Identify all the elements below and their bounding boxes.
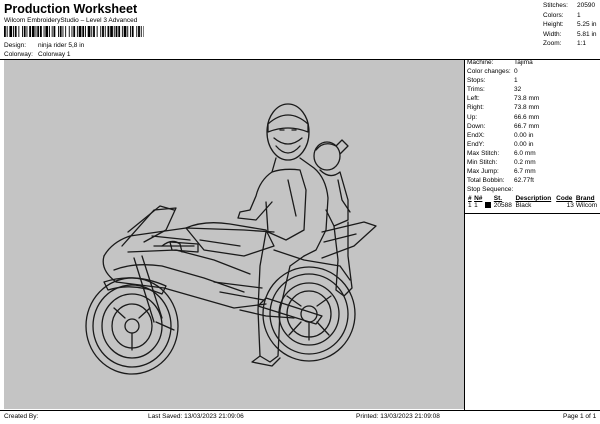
barcode-bar (4, 26, 6, 37)
colorway-value: Colorway 1 (38, 51, 71, 58)
barcode-bar (14, 26, 17, 37)
barcode-bar (85, 26, 86, 37)
barcode-bar (45, 26, 49, 37)
thread-color-swatch (485, 202, 492, 208)
barcode-bar (62, 26, 64, 37)
barcode-bar (87, 26, 91, 37)
stop-sequence-table: # N# St. Description Code Brand 1 1 20588 Black 1… (467, 195, 600, 209)
barcode-bar (115, 26, 118, 37)
stop-column-header: Code (556, 195, 573, 202)
barcode-bar (35, 26, 37, 37)
barcode-bar (96, 26, 98, 37)
stop-column-header: Brand (575, 195, 595, 202)
stop-column-header: St. (493, 195, 503, 202)
barcode-bar (138, 26, 140, 37)
printed-date: Printed: 13/03/2023 21:09:08 (356, 413, 440, 420)
barcode-bar (136, 26, 138, 37)
design-barcode (4, 26, 144, 37)
design-label: Design: (4, 42, 27, 49)
barcode-bar (107, 26, 110, 37)
stop-cell-needle: 1 (474, 202, 478, 209)
design-preview (4, 60, 464, 409)
stop-row: 1 1 20588 Black 13 Wilcom (467, 202, 600, 209)
last-saved: Last Saved: 13/03/2023 21:09:06 (148, 413, 244, 420)
barcode-bar (102, 26, 104, 37)
stop-column-header: N# (474, 195, 483, 202)
barcode-bar (78, 26, 82, 37)
stop-table-divider (465, 213, 600, 214)
barcode-bar (31, 26, 35, 37)
worksheet-title: Production Worksheet (4, 2, 138, 16)
embroidery-design-drawing (85, 103, 377, 375)
barcode-bar (18, 26, 20, 37)
barcode-bar (22, 26, 23, 37)
software-name: Wilcom EmbroideryStudio – Level 3 Advanc… (4, 17, 138, 24)
barcode-bar (127, 26, 129, 37)
barcode-bar (58, 26, 59, 37)
stop-table-header: # N# St. Description Code Brand (467, 195, 600, 202)
barcode-bar (65, 26, 67, 37)
rear-wheel (262, 266, 356, 362)
barcode-bar (29, 26, 31, 37)
barcode-bar (104, 26, 106, 37)
stop-cell-code: 13 (566, 202, 574, 209)
barcode-bar (91, 26, 93, 37)
barcode-bar (9, 26, 13, 37)
barcode-bar (43, 26, 45, 37)
barcode-bar (23, 26, 26, 37)
stop-column-header (484, 195, 493, 202)
colorway-label: Colorway: (4, 51, 33, 58)
stop-sequence-title: Stop Sequence: (467, 186, 514, 193)
barcode-bar (130, 26, 131, 37)
barcode-bar (118, 26, 121, 37)
barcode-bar (121, 26, 123, 37)
design-value: ninja rider 5,8 in (38, 42, 85, 49)
barcode-bar (110, 26, 113, 37)
panel-divider (464, 59, 465, 410)
barcode-bar (143, 26, 144, 37)
stop-cell-description: Black (515, 202, 532, 209)
rider-child (313, 139, 353, 297)
barcode-bar (26, 26, 28, 37)
barcode-bar (82, 26, 85, 37)
motorcycle-fairing (102, 205, 295, 319)
stop-cell-stitches: 20588 (493, 202, 512, 209)
barcode-bar (49, 26, 50, 37)
barcode-bar (71, 26, 73, 37)
barcode-bar (131, 26, 134, 37)
barcode-bar (37, 26, 40, 37)
stop-cell-brand: Wilcom (575, 202, 598, 209)
barcode-bar (51, 26, 53, 37)
footer-divider (0, 410, 600, 411)
barcode-bar (123, 26, 127, 37)
stop-column-header: Description (515, 195, 552, 202)
barcode-bar (40, 26, 42, 37)
page-number: Page 1 of 1 (563, 413, 597, 420)
rider-man (237, 103, 329, 367)
barcode-bar (100, 26, 102, 37)
barcode-bar (68, 26, 70, 37)
barcode-bar (93, 26, 95, 37)
barcode-bar (113, 26, 115, 37)
barcode-bar (13, 26, 14, 37)
barcode-bar (76, 26, 78, 37)
barcode-bar (73, 26, 76, 37)
barcode-bar (140, 26, 142, 37)
barcode-bar (59, 26, 62, 37)
created-by: Created By: (4, 413, 39, 420)
color-swatch-cell (484, 202, 493, 209)
barcode-bar (53, 26, 56, 37)
barcode-bar (6, 26, 8, 37)
